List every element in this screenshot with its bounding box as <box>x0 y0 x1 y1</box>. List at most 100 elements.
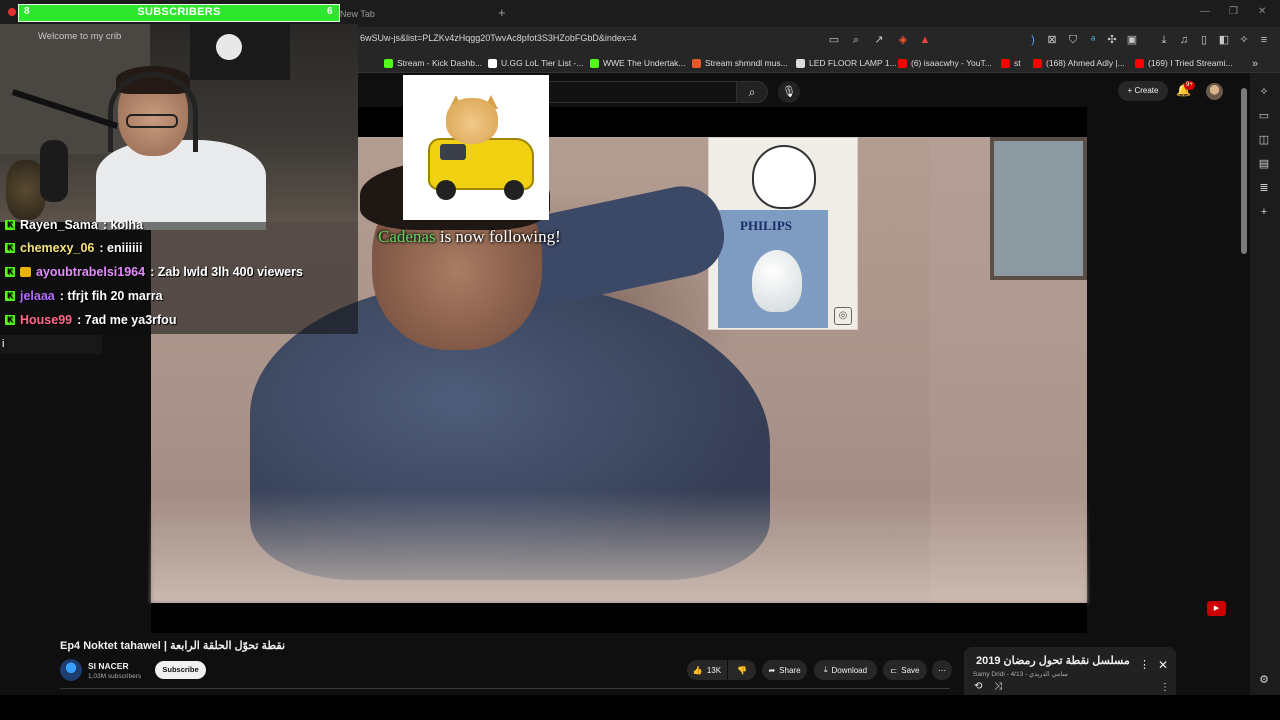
bookmark-item[interactable]: (6) isaacwhy - YouT... <box>898 57 992 69</box>
playlist-options-icon[interactable]: ⋮ <box>1160 682 1170 693</box>
share-icon: ➦ <box>768 665 776 675</box>
bookmark-favicon-icon <box>1135 58 1144 68</box>
extension-translate-icon[interactable]: ᵃ <box>1086 33 1100 47</box>
more-horizontal-icon: ⋯ <box>938 665 946 675</box>
share-button[interactable]: ➦ Share <box>762 660 807 680</box>
chat-username: ayoubtrabelsi1964 <box>36 265 146 279</box>
channel-name[interactable]: SI NACER <box>88 661 129 671</box>
extension-screenshot-icon[interactable]: ⊠ <box>1045 33 1059 47</box>
bookmark-label: (6) isaacwhy - YouT... <box>911 58 992 68</box>
youtube-logo-icon[interactable]: ▶ <box>1207 601 1226 616</box>
record-dot-icon <box>8 8 16 16</box>
webcam-welcome-sign: Welcome to my crib <box>38 31 122 42</box>
bookmark-item[interactable]: WWE The Undertak... <box>590 57 686 69</box>
playlist-meta: Samy Dridi - سامي الدريدي - 4/13 <box>973 671 1068 678</box>
create-button[interactable]: + Create <box>1118 81 1168 101</box>
new-tab-button[interactable]: + <box>498 5 506 20</box>
sidebar-settings-icon[interactable]: ⚙ <box>1256 672 1272 688</box>
sidebar-tv-icon[interactable]: ▭ <box>1256 108 1272 124</box>
zoom-icon[interactable]: ⌕ <box>849 33 863 47</box>
sidebar-add-icon[interactable]: + <box>1256 204 1272 220</box>
share-label: Share <box>779 665 801 675</box>
chat-username: Rayen_Sama <box>20 218 98 232</box>
bookmark-item[interactable]: (168) Ahmed Adly |... <box>1033 57 1125 69</box>
sidebar-wallet-icon[interactable]: ◫ <box>1256 132 1272 148</box>
alert-bus-wheel <box>436 180 456 200</box>
thumbs-down-icon: 👎 <box>737 665 747 675</box>
alert-bus-window <box>440 144 466 160</box>
chat-message: Kjelaaa: tfrjt fih 20 marra <box>5 287 163 305</box>
wallet-icon[interactable]: ◧ <box>1217 33 1231 47</box>
playlist-title[interactable]: مسلسل نقطة تحول رمضان 2019 <box>976 654 1130 667</box>
extension-shield-icon[interactable]: ⛉ <box>1066 33 1080 47</box>
google-lens-icon[interactable]: ◎ <box>834 307 852 325</box>
create-label: Create <box>1134 86 1159 95</box>
bookmark-item[interactable]: LED FLOOR LAMP 1... <box>796 57 897 69</box>
download-button[interactable]: ⤓ Download <box>814 660 877 680</box>
bookmark-label: U.GG LoL Tier List -... <box>501 58 584 68</box>
headset-icon <box>108 72 198 152</box>
loop-icon[interactable]: ⟲ <box>974 681 982 692</box>
leo-ai-icon[interactable]: ✧ <box>1237 33 1251 47</box>
address-bar[interactable]: 6wSUw-js&list=PLZKv4zHqgg20TwvAc8pfot3S3… <box>360 33 637 43</box>
extensions-puzzle-icon[interactable]: ✣ <box>1105 33 1119 47</box>
bottom-edge <box>0 695 1280 720</box>
chat-username: House99 <box>20 313 73 327</box>
menu-icon[interactable]: ≡ <box>1257 33 1271 47</box>
subscribe-button[interactable]: Subscribe <box>155 661 206 679</box>
close-window-icon[interactable]: ✕ <box>1258 6 1266 17</box>
tab-new-tab[interactable]: New Tab <box>340 4 490 24</box>
more-actions-button[interactable]: ⋯ <box>932 660 952 680</box>
thumbs-up-icon: 👍 <box>692 665 703 675</box>
bookmark-item[interactable]: st <box>1001 57 1021 69</box>
account-avatar[interactable] <box>1206 83 1223 100</box>
extension-grid-icon[interactable]: ▣ <box>1125 33 1139 47</box>
channel-avatar[interactable] <box>60 659 82 681</box>
chat-message: K Rayen_Sama: kolha <box>5 216 143 234</box>
share-page-icon[interactable]: ↗ <box>872 33 886 47</box>
minimize-icon[interactable]: — <box>1200 6 1210 17</box>
bookmark-item[interactable]: Stream - Kick Dashb... <box>384 57 482 69</box>
bookmarks-overflow-icon[interactable]: » <box>1248 57 1262 71</box>
dislike-button[interactable]: 👎 <box>728 660 756 680</box>
sidebar-bookmarks-icon[interactable]: ▤ <box>1256 156 1272 172</box>
extension-wave-icon[interactable]: ) <box>1026 33 1040 47</box>
like-button[interactable]: 👍 13K <box>687 660 727 680</box>
download-label: Download <box>831 665 868 675</box>
sidebar-reading-list-icon[interactable]: ≣ <box>1256 180 1272 196</box>
chat-username: chemexy_06 <box>20 241 95 255</box>
bookmark-label: Stream shmndl mus... <box>705 58 788 68</box>
follow-alert-message: is now following! <box>435 227 561 246</box>
restore-icon[interactable]: ❐ <box>1229 6 1238 17</box>
kick-badge-icon: K <box>5 243 15 253</box>
media-icon[interactable]: ♫ <box>1177 33 1191 47</box>
bookmark-item[interactable]: U.GG LoL Tier List -... <box>488 57 583 69</box>
bookmark-label: (169) I Tried Streami... <box>1148 58 1233 68</box>
bookmark-label: LED FLOOR LAMP 1... <box>809 58 897 68</box>
download-icon[interactable]: ⤓ <box>1157 33 1171 47</box>
chat-message: K House99: 7ad me ya3rfou <box>5 311 176 329</box>
playlist-more-icon[interactable]: ⋮ <box>1139 658 1150 671</box>
search-icon[interactable]: ⌕ <box>736 81 768 103</box>
cast-icon[interactable]: ▭ <box>827 33 841 47</box>
leo-sidebar-icon[interactable]: ✧ <box>1256 84 1272 100</box>
video-poster-cat <box>752 145 816 209</box>
bookmark-favicon-icon <box>590 58 599 68</box>
bookmark-item[interactable]: Stream shmndl mus... <box>692 57 788 69</box>
bookmark-favicon-icon <box>1001 58 1010 68</box>
playlist-close-icon[interactable]: ✕ <box>1158 658 1168 672</box>
microphone-icon[interactable]: 🎙 <box>778 81 800 103</box>
video-foreground <box>151 490 1087 603</box>
brave-rewards-icon[interactable]: ▲ <box>918 33 932 47</box>
notification-badge: 9+ <box>1184 81 1195 90</box>
save-button[interactable]: ⊏ Save <box>883 660 927 680</box>
sidebar-toggle-icon[interactable]: ▯ <box>1197 33 1211 47</box>
brave-shields-icon[interactable]: ◈ <box>896 33 910 47</box>
search-input[interactable] <box>548 81 736 103</box>
chat-input[interactable]: i <box>0 335 102 354</box>
follower-name: Cadenas <box>378 227 436 246</box>
bookmark-item[interactable]: (169) I Tried Streami... <box>1135 57 1233 69</box>
bookmark-favicon-icon <box>488 58 497 68</box>
shuffle-icon[interactable]: ⤨ <box>994 681 1002 692</box>
page-scrollbar[interactable] <box>1241 88 1247 254</box>
